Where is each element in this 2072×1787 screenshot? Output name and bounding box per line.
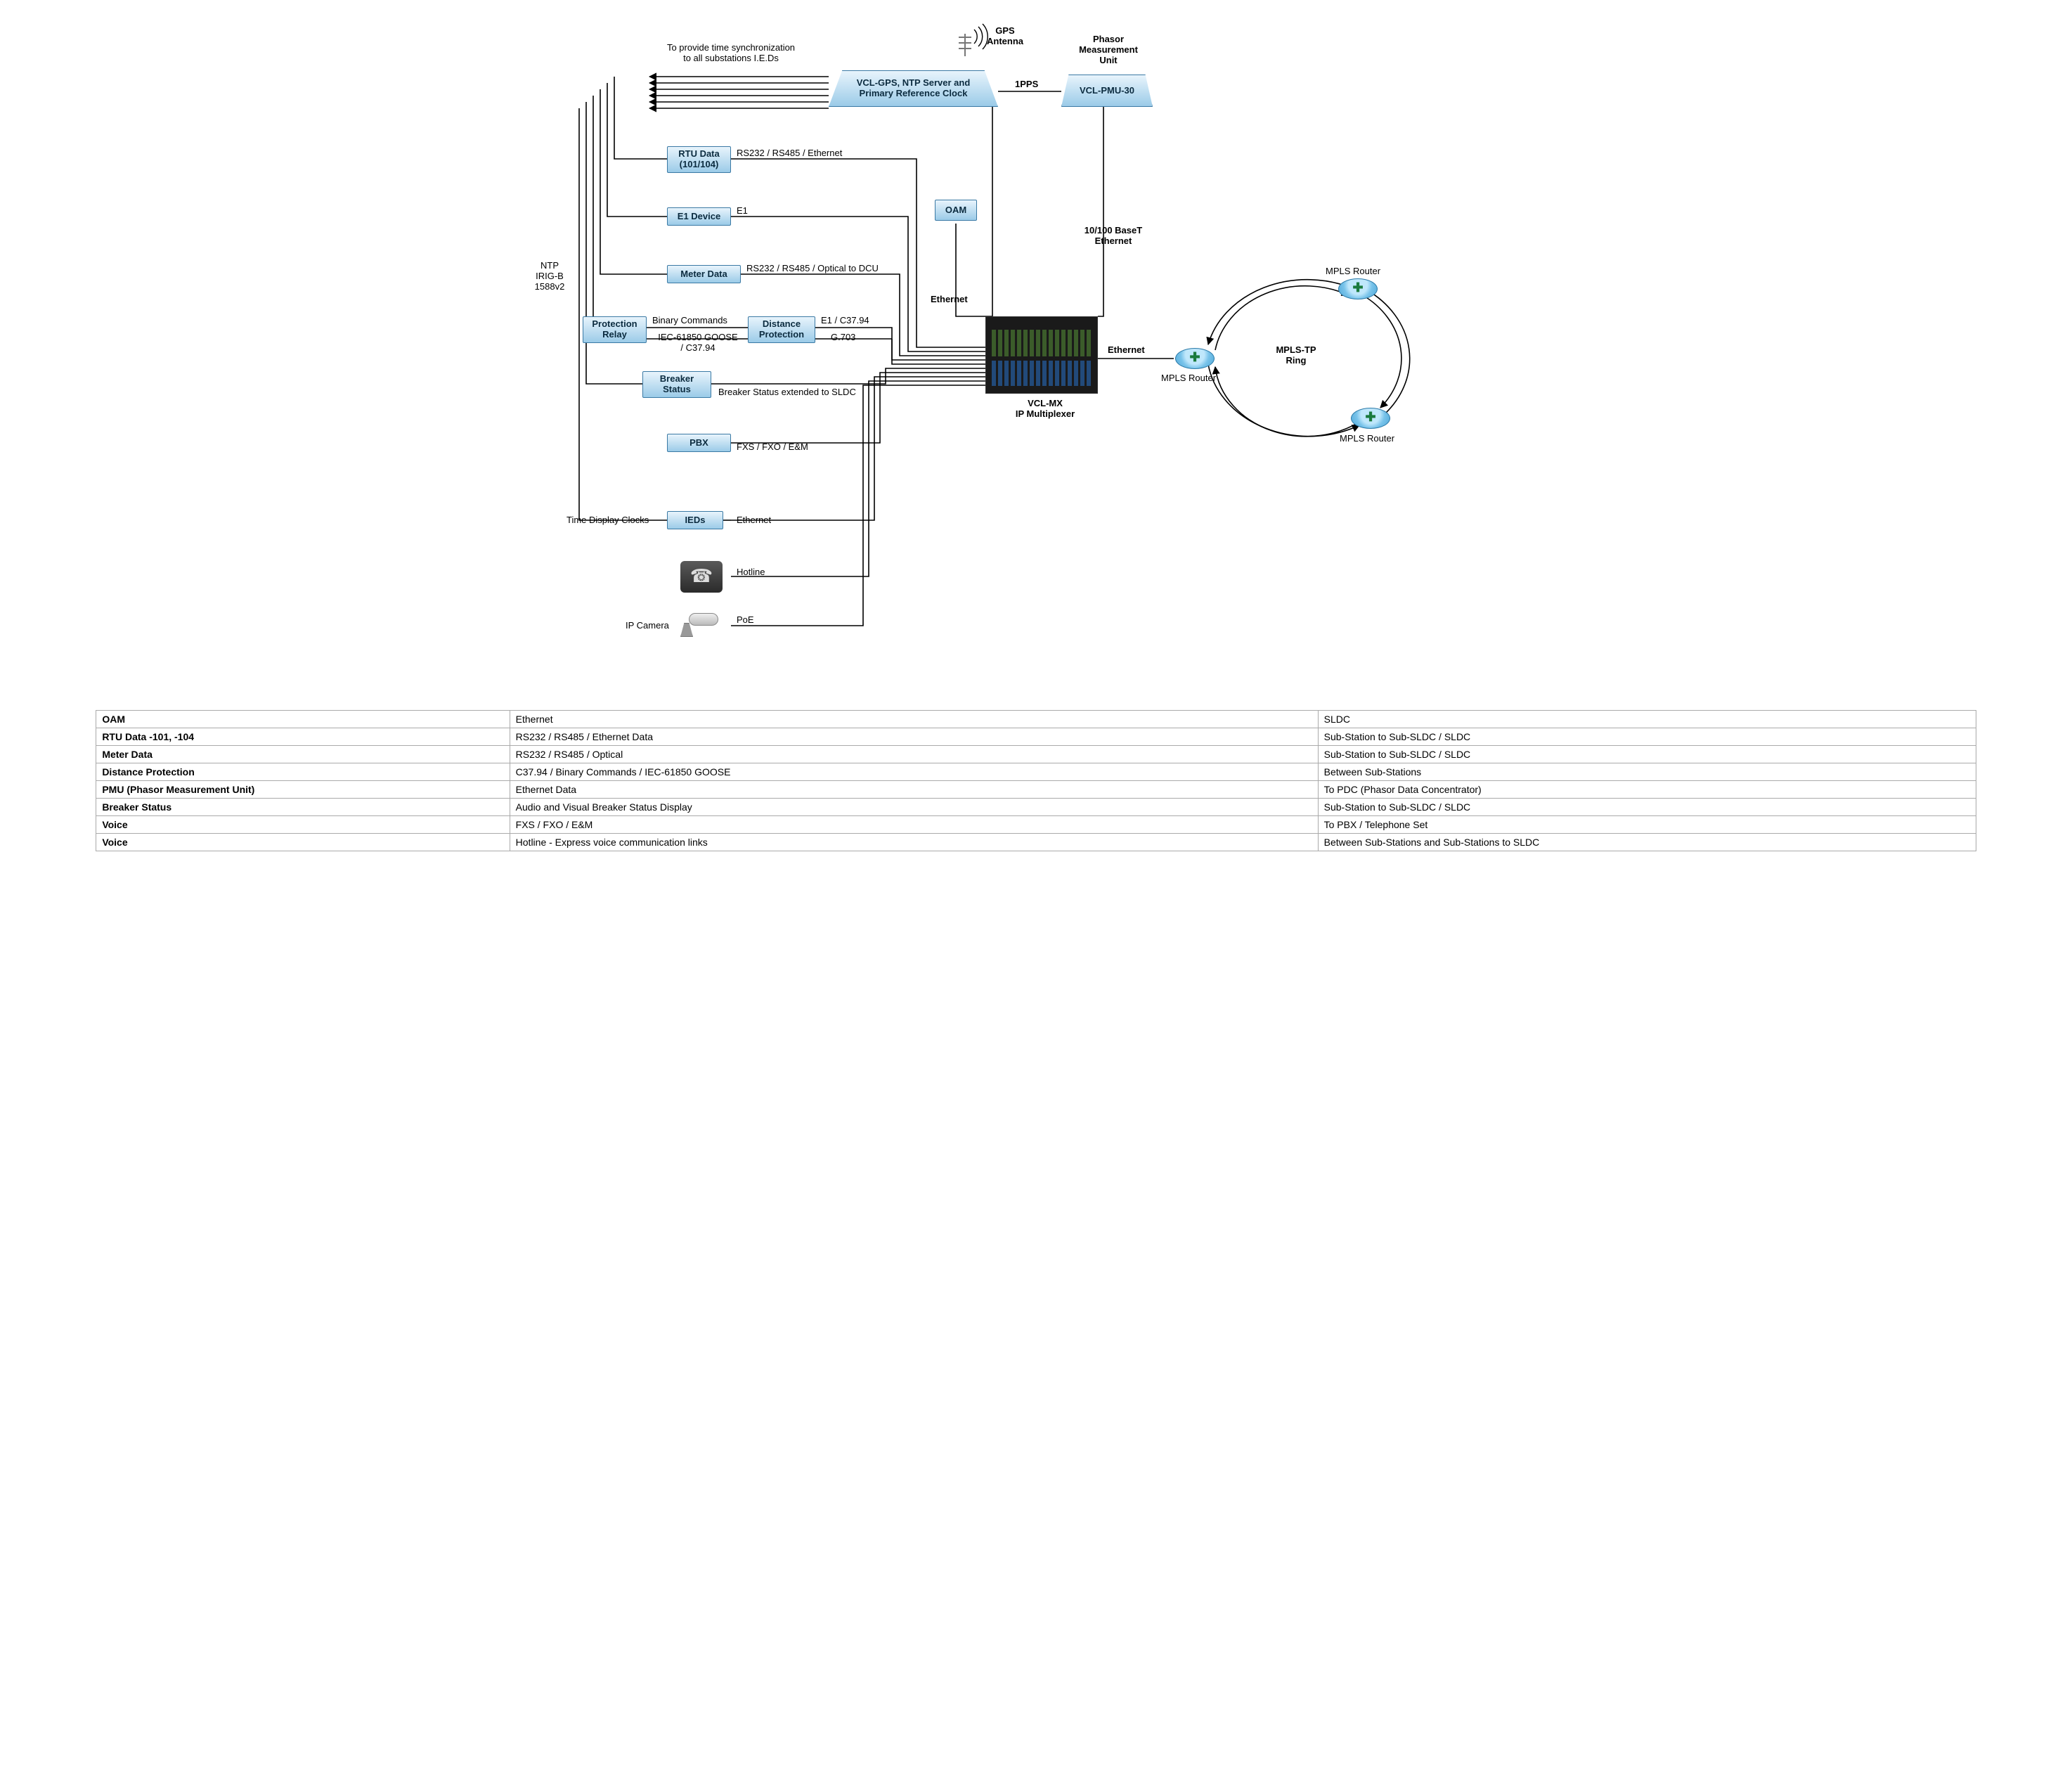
ip-camera-icon [679, 613, 721, 638]
protocol-table: OAMEthernetSLDCRTU Data -101, -104RS232 … [96, 710, 1976, 851]
node-label: PBX [689, 438, 708, 449]
table-row: Distance ProtectionC37.94 / Binary Comma… [96, 763, 1976, 781]
node-label: Meter Data [680, 269, 727, 280]
left-protocols: NTPIRIG-B1588v2 [529, 260, 571, 292]
ipcam-left-label: IP Camera [626, 620, 669, 631]
table-row: VoiceHotline - Express voice communicati… [96, 834, 1976, 851]
table-cell: RS232 / RS485 / Optical [510, 746, 1318, 763]
table-row: Meter DataRS232 / RS485 / OpticalSub-Sta… [96, 746, 1976, 763]
router-label-3: MPLS Router [1340, 433, 1394, 444]
meter-link-label: RS232 / RS485 / Optical to DCU [746, 263, 879, 273]
table-cell: Voice [96, 834, 510, 851]
table-cell: Voice [96, 816, 510, 834]
pmu-title: PhasorMeasurementUnit [1070, 34, 1147, 65]
table-cell: Audio and Visual Breaker Status Display [510, 799, 1318, 816]
node-e1: E1 Device [667, 207, 731, 226]
node-label: BreakerStatus [660, 374, 694, 395]
table-cell: C37.94 / Binary Commands / IEC-61850 GOO… [510, 763, 1318, 781]
node-pbx: PBX [667, 434, 731, 452]
table-cell: Sub-Station to Sub-SLDC / SLDC [1318, 728, 1976, 746]
table-cell: To PBX / Telephone Set [1318, 816, 1976, 834]
table-row: RTU Data -101, -104RS232 / RS485 / Ether… [96, 728, 1976, 746]
table-cell: OAM [96, 711, 510, 728]
table-cell: Hotline - Express voice communication li… [510, 834, 1318, 851]
ieds-right-label: Ethernet [737, 515, 771, 525]
mpls-router-icon [1175, 348, 1215, 369]
table-cell: Distance Protection [96, 763, 510, 781]
ipcam-right-label: PoE [737, 614, 754, 625]
mpls-router-icon [1351, 408, 1390, 429]
table-cell: Between Sub-Stations [1318, 763, 1976, 781]
node-breaker-status: BreakerStatus [642, 371, 711, 398]
table-cell: Sub-Station to Sub-SLDC / SLDC [1318, 799, 1976, 816]
prot-relay-bot-label: IEC-61850 GOOSE/ C37.94 [649, 332, 746, 353]
gps-antenna-label: GPSAntenna [977, 25, 1033, 46]
node-label: VCL-PMU-30 [1080, 86, 1134, 96]
table-cell: RS232 / RS485 / Ethernet Data [510, 728, 1318, 746]
table-cell: To PDC (Phasor Data Concentrator) [1318, 781, 1976, 799]
e1-link-label: E1 [737, 205, 748, 216]
table-cell: PMU (Phasor Measurement Unit) [96, 781, 510, 799]
table-cell: RTU Data -101, -104 [96, 728, 510, 746]
network-diagram: VCL-GPS, NTP Server andPrimary Reference… [523, 14, 1549, 703]
router-label-2: MPLS Router [1326, 266, 1380, 276]
node-ieds: IEDs [667, 511, 723, 529]
router-label-1: MPLS Router [1161, 373, 1216, 383]
mux-eth-label: Ethernet [931, 294, 968, 304]
breaker-link-label: Breaker Status extended to SLDC [718, 387, 856, 397]
sync-note: To provide time synchronizationto all su… [640, 42, 822, 63]
gps-antenna-icon [954, 24, 976, 56]
table-cell: Ethernet [510, 711, 1318, 728]
hotline-label: Hotline [737, 567, 765, 577]
dist-prot-bot-label: G.703 [831, 332, 855, 342]
table-row: PMU (Phasor Measurement Unit)Ethernet Da… [96, 781, 1976, 799]
node-label: VCL-GPS, NTP Server andPrimary Reference… [857, 78, 971, 99]
node-ntp-clock: VCL-GPS, NTP Server andPrimary Reference… [829, 70, 998, 107]
dist-prot-top-label: E1 / C37.94 [821, 315, 869, 325]
node-label: DistanceProtection [759, 319, 804, 340]
node-meter: Meter Data [667, 265, 741, 283]
mux-ring-link-label: Ethernet [1108, 344, 1145, 355]
table-row: VoiceFXS / FXO / E&MTo PBX / Telephone S… [96, 816, 1976, 834]
node-rtu: RTU Data(101/104) [667, 146, 731, 173]
node-label: E1 Device [678, 212, 720, 222]
node-label: IEDs [685, 515, 706, 526]
ip-multiplexer-icon [985, 316, 1098, 394]
phone-icon [680, 561, 723, 593]
mpls-router-icon [1338, 278, 1378, 299]
node-pmu: VCL-PMU-30 [1061, 75, 1153, 107]
node-protection-relay: ProtectionRelay [583, 316, 647, 343]
table-cell: FXS / FXO / E&M [510, 816, 1318, 834]
rtu-link-label: RS232 / RS485 / Ethernet [737, 148, 842, 158]
table-cell: Ethernet Data [510, 781, 1318, 799]
link-1pps: 1PPS [1015, 79, 1038, 89]
node-label: RTU Data(101/104) [678, 149, 720, 170]
table-cell: SLDC [1318, 711, 1976, 728]
table-row: OAMEthernetSLDC [96, 711, 1976, 728]
ieds-left-label: Time Display Clocks [566, 515, 649, 525]
pmu-link-label: 10/100 BaseTEthernet [1071, 225, 1155, 246]
prot-relay-top-label: Binary Commands [652, 315, 727, 325]
table-cell: Breaker Status [96, 799, 510, 816]
node-label: OAM [945, 205, 966, 216]
table-row: Breaker StatusAudio and Visual Breaker S… [96, 799, 1976, 816]
node-distance-protection: DistanceProtection [748, 316, 815, 343]
ring-center-label: MPLS-TPRing [1261, 344, 1331, 366]
pbx-link-label: FXS / FXO / E&M [737, 441, 808, 452]
table-cell: Between Sub-Stations and Sub-Stations to… [1318, 834, 1976, 851]
node-label: ProtectionRelay [592, 319, 637, 340]
table-cell: Sub-Station to Sub-SLDC / SLDC [1318, 746, 1976, 763]
mux-caption: VCL-MXIP Multiplexer [1006, 398, 1084, 419]
node-oam: OAM [935, 200, 977, 221]
table-cell: Meter Data [96, 746, 510, 763]
